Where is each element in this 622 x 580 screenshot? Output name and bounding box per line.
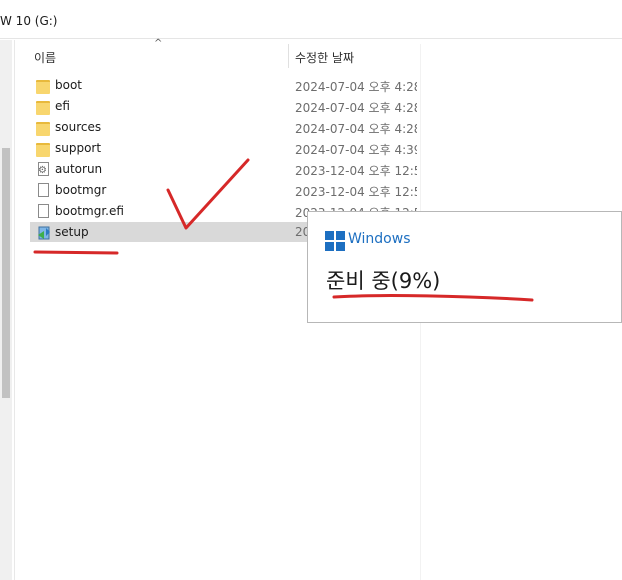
settings-file-icon — [38, 162, 49, 176]
file-date: 2023-12-04 오후 12:59 — [295, 185, 417, 199]
folder-icon — [36, 101, 50, 115]
file-name: support — [55, 141, 102, 155]
list-item[interactable]: support 2024-07-04 오후 4:39 — [30, 138, 425, 158]
windows-logo-icon — [325, 231, 345, 251]
list-item[interactable]: autorun 2023-12-04 오후 12:59 — [30, 159, 425, 179]
file-name: bootmgr.efi — [55, 204, 124, 218]
file-name: boot — [55, 78, 83, 92]
preparing-status-text: 준비 중(9%) — [326, 269, 441, 293]
folder-icon — [36, 143, 50, 157]
address-path[interactable]: W 10 (G:) — [0, 14, 57, 28]
column-header-name-label: 이름 — [34, 51, 57, 65]
file-icon — [38, 183, 49, 197]
file-name: efi — [55, 99, 70, 113]
setup-app-icon — [36, 225, 50, 240]
navigation-pane-divider — [14, 40, 15, 580]
underline-annotation-setup — [33, 250, 119, 255]
folder-icon — [36, 80, 50, 94]
column-header-name[interactable]: 이름 — [34, 42, 284, 70]
windows-brand-label: Windows — [348, 231, 411, 247]
column-resize-handle[interactable] — [288, 44, 289, 68]
file-name: setup — [55, 225, 89, 239]
list-item[interactable]: efi 2024-07-04 오후 4:28 — [30, 96, 425, 116]
file-date: 2024-07-04 오후 4:28 — [295, 122, 417, 136]
setup-progress-dialog: Windows 준비 중(9%) — [307, 211, 622, 323]
file-name: autorun — [55, 162, 103, 176]
folder-icon — [36, 122, 50, 136]
column-header-date-label: 수정한 날짜 — [295, 51, 355, 65]
file-date: 2024-07-04 오후 4:28 — [295, 101, 417, 115]
address-bar[interactable]: W 10 (G:) — [0, 0, 622, 39]
file-name: sources — [55, 120, 102, 134]
file-date: 2024-07-04 오후 4:28 — [295, 80, 417, 94]
file-name: bootmgr — [55, 183, 107, 197]
file-date: 2024-07-04 오후 4:39 — [295, 143, 417, 157]
column-header-date-modified[interactable]: 수정한 날짜 — [295, 42, 420, 70]
list-item[interactable]: sources 2024-07-04 오후 4:28 — [30, 117, 425, 137]
file-icon — [38, 204, 49, 218]
navigation-scrollbar[interactable] — [0, 40, 12, 580]
file-date: 2023-12-04 오후 12:59 — [295, 164, 417, 178]
scrollbar-thumb[interactable] — [2, 148, 10, 398]
list-item[interactable]: boot 2024-07-04 오후 4:28 — [30, 75, 425, 95]
list-item[interactable]: bootmgr 2023-12-04 오후 12:59 — [30, 180, 425, 200]
